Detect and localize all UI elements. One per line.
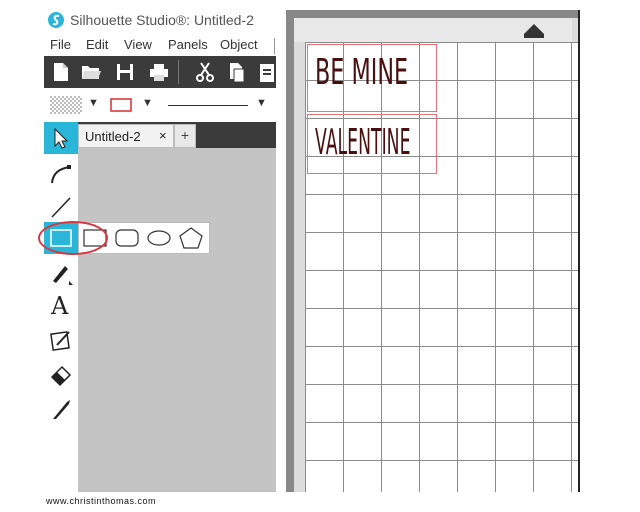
new-document-icon[interactable] <box>50 60 72 84</box>
window-title: Silhouette Studio®: Untitled-2 <box>70 12 254 28</box>
save-icon[interactable] <box>114 60 136 84</box>
text-tool-icon: A <box>51 292 69 320</box>
rounded-rectangle-icon[interactable] <box>115 228 139 248</box>
cut-area-grid: BE MINE VALENTINE <box>305 42 580 492</box>
toolbar-divider <box>178 60 179 84</box>
point-edit-icon <box>51 165 71 184</box>
workspace-area <box>78 148 276 492</box>
menu-bar: File Edit View Panels Object <box>44 34 284 56</box>
draw-tool[interactable] <box>44 256 78 288</box>
line-style-sample-icon[interactable] <box>168 105 248 106</box>
line-color-icon[interactable] <box>110 98 132 112</box>
menu-file[interactable]: File <box>50 37 71 52</box>
select-tool[interactable] <box>44 122 78 154</box>
eraser-tool[interactable] <box>44 358 78 390</box>
tool-column: A <box>44 122 78 492</box>
menu-panels[interactable]: Panels <box>168 37 208 52</box>
copy-icon[interactable] <box>226 60 248 84</box>
load-arrow-icon[interactable] <box>520 20 548 40</box>
menu-divider <box>274 38 275 54</box>
style-bar: ▼ ▼ ▼ <box>44 92 276 118</box>
sketch-tool[interactable] <box>44 324 78 356</box>
menu-edit[interactable]: Edit <box>86 37 108 52</box>
silhouette-logo-icon <box>48 12 64 28</box>
point-edit-tool[interactable] <box>44 156 78 188</box>
line-style-dropdown-chevron-icon[interactable]: ▼ <box>256 97 267 109</box>
polygon-icon[interactable] <box>179 227 203 249</box>
fill-dropdown-chevron-icon[interactable]: ▼ <box>88 97 99 109</box>
print-icon[interactable] <box>148 60 170 84</box>
menu-view[interactable]: View <box>124 37 152 52</box>
add-tab-button[interactable]: + <box>174 124 196 148</box>
tab-label: Untitled-2 <box>85 129 141 144</box>
knife-tool[interactable] <box>44 392 78 424</box>
text-tool[interactable]: A <box>44 290 78 322</box>
mat-edge-line <box>578 10 580 492</box>
main-toolbar <box>44 56 276 88</box>
draw-pen-icon <box>53 266 73 285</box>
document-tab-strip: Untitled-2 × + <box>78 122 276 148</box>
tab-untitled-2[interactable]: Untitled-2 × <box>78 124 174 148</box>
line-tool[interactable] <box>44 190 78 222</box>
design-text-line2[interactable]: VALENTINE <box>315 122 411 163</box>
eraser-icon <box>50 365 72 387</box>
menu-object[interactable]: Object <box>220 37 258 52</box>
title-bar: Silhouette Studio®: Untitled-2 <box>44 8 284 34</box>
ellipse-icon[interactable] <box>147 228 171 248</box>
open-folder-icon[interactable] <box>80 60 102 84</box>
select-pointer-icon <box>54 127 69 149</box>
line-tool-icon <box>51 197 71 218</box>
cut-scissors-icon[interactable] <box>194 60 216 84</box>
paste-icon[interactable] <box>256 60 276 84</box>
line-color-dropdown-chevron-icon[interactable]: ▼ <box>142 97 153 109</box>
watermark-text: www.christinthomas.com <box>46 496 157 506</box>
annotation-highlight-ring <box>38 221 108 255</box>
fill-pattern-icon[interactable] <box>50 96 82 114</box>
design-text-line1[interactable]: BE MINE <box>315 52 408 93</box>
sketch-pad-icon <box>50 331 70 351</box>
close-tab-icon[interactable]: × <box>159 128 167 143</box>
knife-tool-icon <box>53 400 70 419</box>
